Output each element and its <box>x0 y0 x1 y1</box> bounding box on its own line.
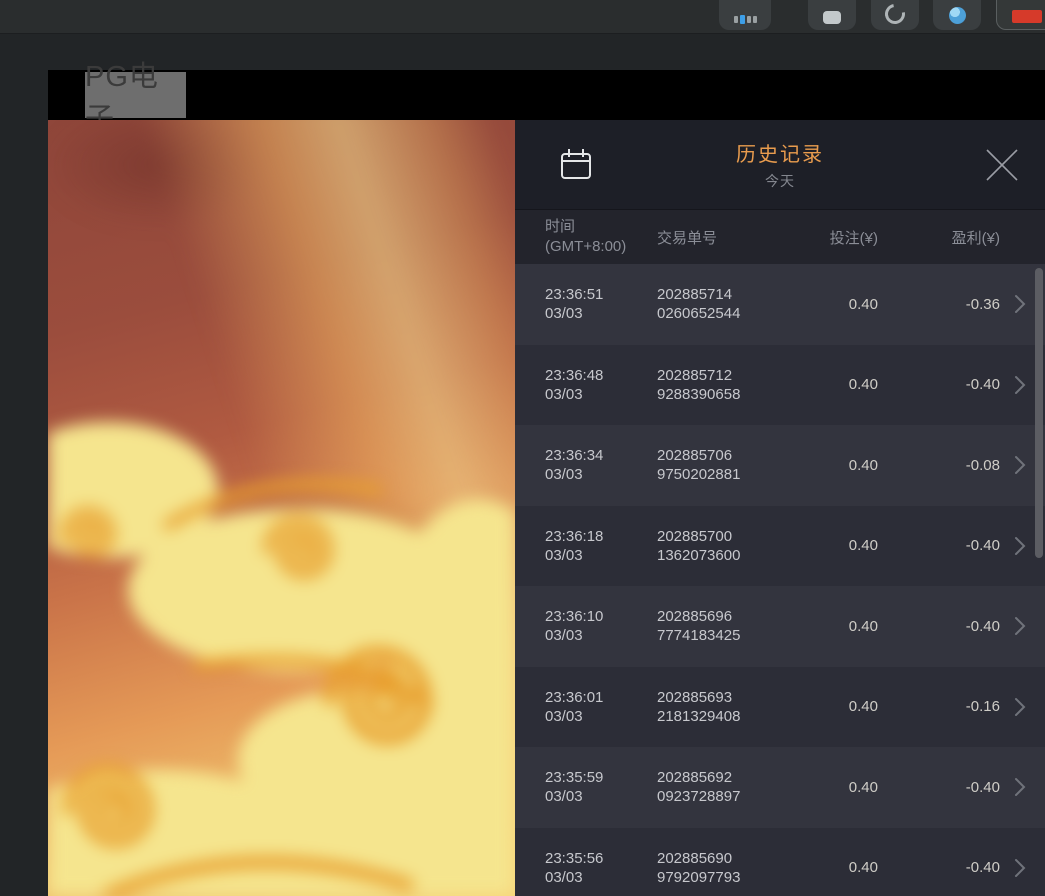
row-time: 23:35:56 03/03 <box>545 849 657 887</box>
red-logo-glyph <box>1012 10 1042 23</box>
row-profit-amount: -0.40 <box>878 618 1000 635</box>
row-profit-amount: -0.16 <box>878 698 1000 715</box>
row-order-number: 202885700 1362073600 <box>657 527 817 565</box>
scrollbar-thumb[interactable] <box>1035 268 1043 558</box>
game-art-background <box>48 120 515 896</box>
row-time: 23:35:59 03/03 <box>545 768 657 806</box>
history-row[interactable]: 23:36:10 03/03 202885696 7774183425 0.40… <box>515 586 1045 667</box>
row-order-number: 202885714 0260652544 <box>657 285 817 323</box>
panel-subtitle: 今天 <box>765 171 795 191</box>
history-row[interactable]: 23:36:51 03/03 202885714 0260652544 0.40… <box>515 264 1045 345</box>
history-row[interactable]: 23:36:01 03/03 202885693 2181329408 0.40… <box>515 667 1045 748</box>
row-bet-amount: 0.40 <box>817 859 878 876</box>
globe-icon[interactable] <box>933 0 981 30</box>
row-bet-amount: 0.40 <box>817 457 878 474</box>
cloud-swirls-art <box>48 120 515 896</box>
window-glyph <box>823 11 841 24</box>
row-order-number: 202885706 9750202881 <box>657 446 817 484</box>
row-order-number: 202885696 7774183425 <box>657 607 817 645</box>
row-time: 23:36:51 03/03 <box>545 285 657 323</box>
row-bet-amount: 0.40 <box>817 618 878 635</box>
row-order-number: 202885693 2181329408 <box>657 688 817 726</box>
chevron-right-icon[interactable] <box>1000 696 1027 718</box>
row-bet-amount: 0.40 <box>817 779 878 796</box>
history-row[interactable]: 23:36:34 03/03 202885706 9750202881 0.40… <box>515 425 1045 506</box>
row-profit-amount: -0.08 <box>878 457 1000 474</box>
refresh-glyph <box>881 0 909 28</box>
row-profit-amount: -0.40 <box>878 537 1000 554</box>
history-row[interactable]: 23:35:56 03/03 202885690 9792097793 0.40… <box>515 828 1045 896</box>
globe-glyph <box>949 7 966 24</box>
column-header-time: 时间 (GMT+8:00) <box>545 217 657 257</box>
row-time: 23:36:10 03/03 <box>545 607 657 645</box>
row-order-number: 202885690 9792097793 <box>657 849 817 887</box>
row-time: 23:36:18 03/03 <box>545 527 657 565</box>
history-row[interactable]: 23:36:48 03/03 202885712 9288390658 0.40… <box>515 345 1045 426</box>
column-header-order: 交易单号 <box>657 227 817 248</box>
row-profit-amount: -0.40 <box>878 376 1000 393</box>
row-profit-amount: -0.36 <box>878 296 1000 313</box>
history-row[interactable]: 23:36:18 03/03 202885700 1362073600 0.40… <box>515 506 1045 587</box>
game-title-chip: PG电子 <box>85 72 186 118</box>
column-header-profit: 盈利(¥) <box>878 227 1000 248</box>
chevron-right-icon[interactable] <box>1000 776 1027 798</box>
row-time: 23:36:01 03/03 <box>545 688 657 726</box>
calendar-icon[interactable] <box>557 146 595 184</box>
row-order-number: 202885712 9288390658 <box>657 366 817 404</box>
row-profit-amount: -0.40 <box>878 859 1000 876</box>
row-time: 23:36:34 03/03 <box>545 446 657 484</box>
game-titlebar: PG电子 <box>48 70 1045 120</box>
close-icon[interactable] <box>983 146 1021 184</box>
row-profit-amount: -0.40 <box>878 779 1000 796</box>
row-bet-amount: 0.40 <box>817 376 878 393</box>
brand-logo-icon[interactable] <box>996 0 1045 30</box>
sync-refresh-icon[interactable] <box>871 0 919 30</box>
game-window: PG电子 <box>48 70 1045 896</box>
history-row[interactable]: 23:35:59 03/03 202885692 0923728897 0.40… <box>515 747 1045 828</box>
app-window-icon[interactable] <box>808 0 856 30</box>
history-table-header: 时间 (GMT+8:00) 交易单号 投注(¥) 盈利(¥) <box>515 209 1045 264</box>
row-bet-amount: 0.40 <box>817 296 878 313</box>
chevron-right-icon[interactable] <box>1000 535 1027 557</box>
row-bet-amount: 0.40 <box>817 537 878 554</box>
chevron-right-icon[interactable] <box>1000 454 1027 476</box>
panel-title: 历史记录 <box>736 138 824 167</box>
column-header-bet: 投注(¥) <box>817 227 878 248</box>
row-time: 23:36:48 03/03 <box>545 366 657 404</box>
row-bet-amount: 0.40 <box>817 698 878 715</box>
chevron-right-icon[interactable] <box>1000 615 1027 637</box>
chevron-right-icon[interactable] <box>1000 374 1027 396</box>
history-panel: 历史记录 今天 时间 (GMT+8:00) 交易 <box>515 120 1045 896</box>
browser-toolbar <box>0 0 1045 34</box>
chevron-right-icon[interactable] <box>1000 293 1027 315</box>
row-order-number: 202885692 0923728897 <box>657 768 817 806</box>
chevron-right-icon[interactable] <box>1000 857 1027 879</box>
game-area: 历史记录 今天 时间 (GMT+8:00) 交易 <box>48 120 1045 896</box>
history-rows: 23:36:51 03/03 202885714 0260652544 0.40… <box>515 264 1045 896</box>
pinned-media-icon[interactable] <box>719 0 771 30</box>
history-panel-header: 历史记录 今天 <box>515 120 1045 209</box>
media-glyph <box>734 15 757 24</box>
screen: PG电子 <box>0 0 1045 896</box>
